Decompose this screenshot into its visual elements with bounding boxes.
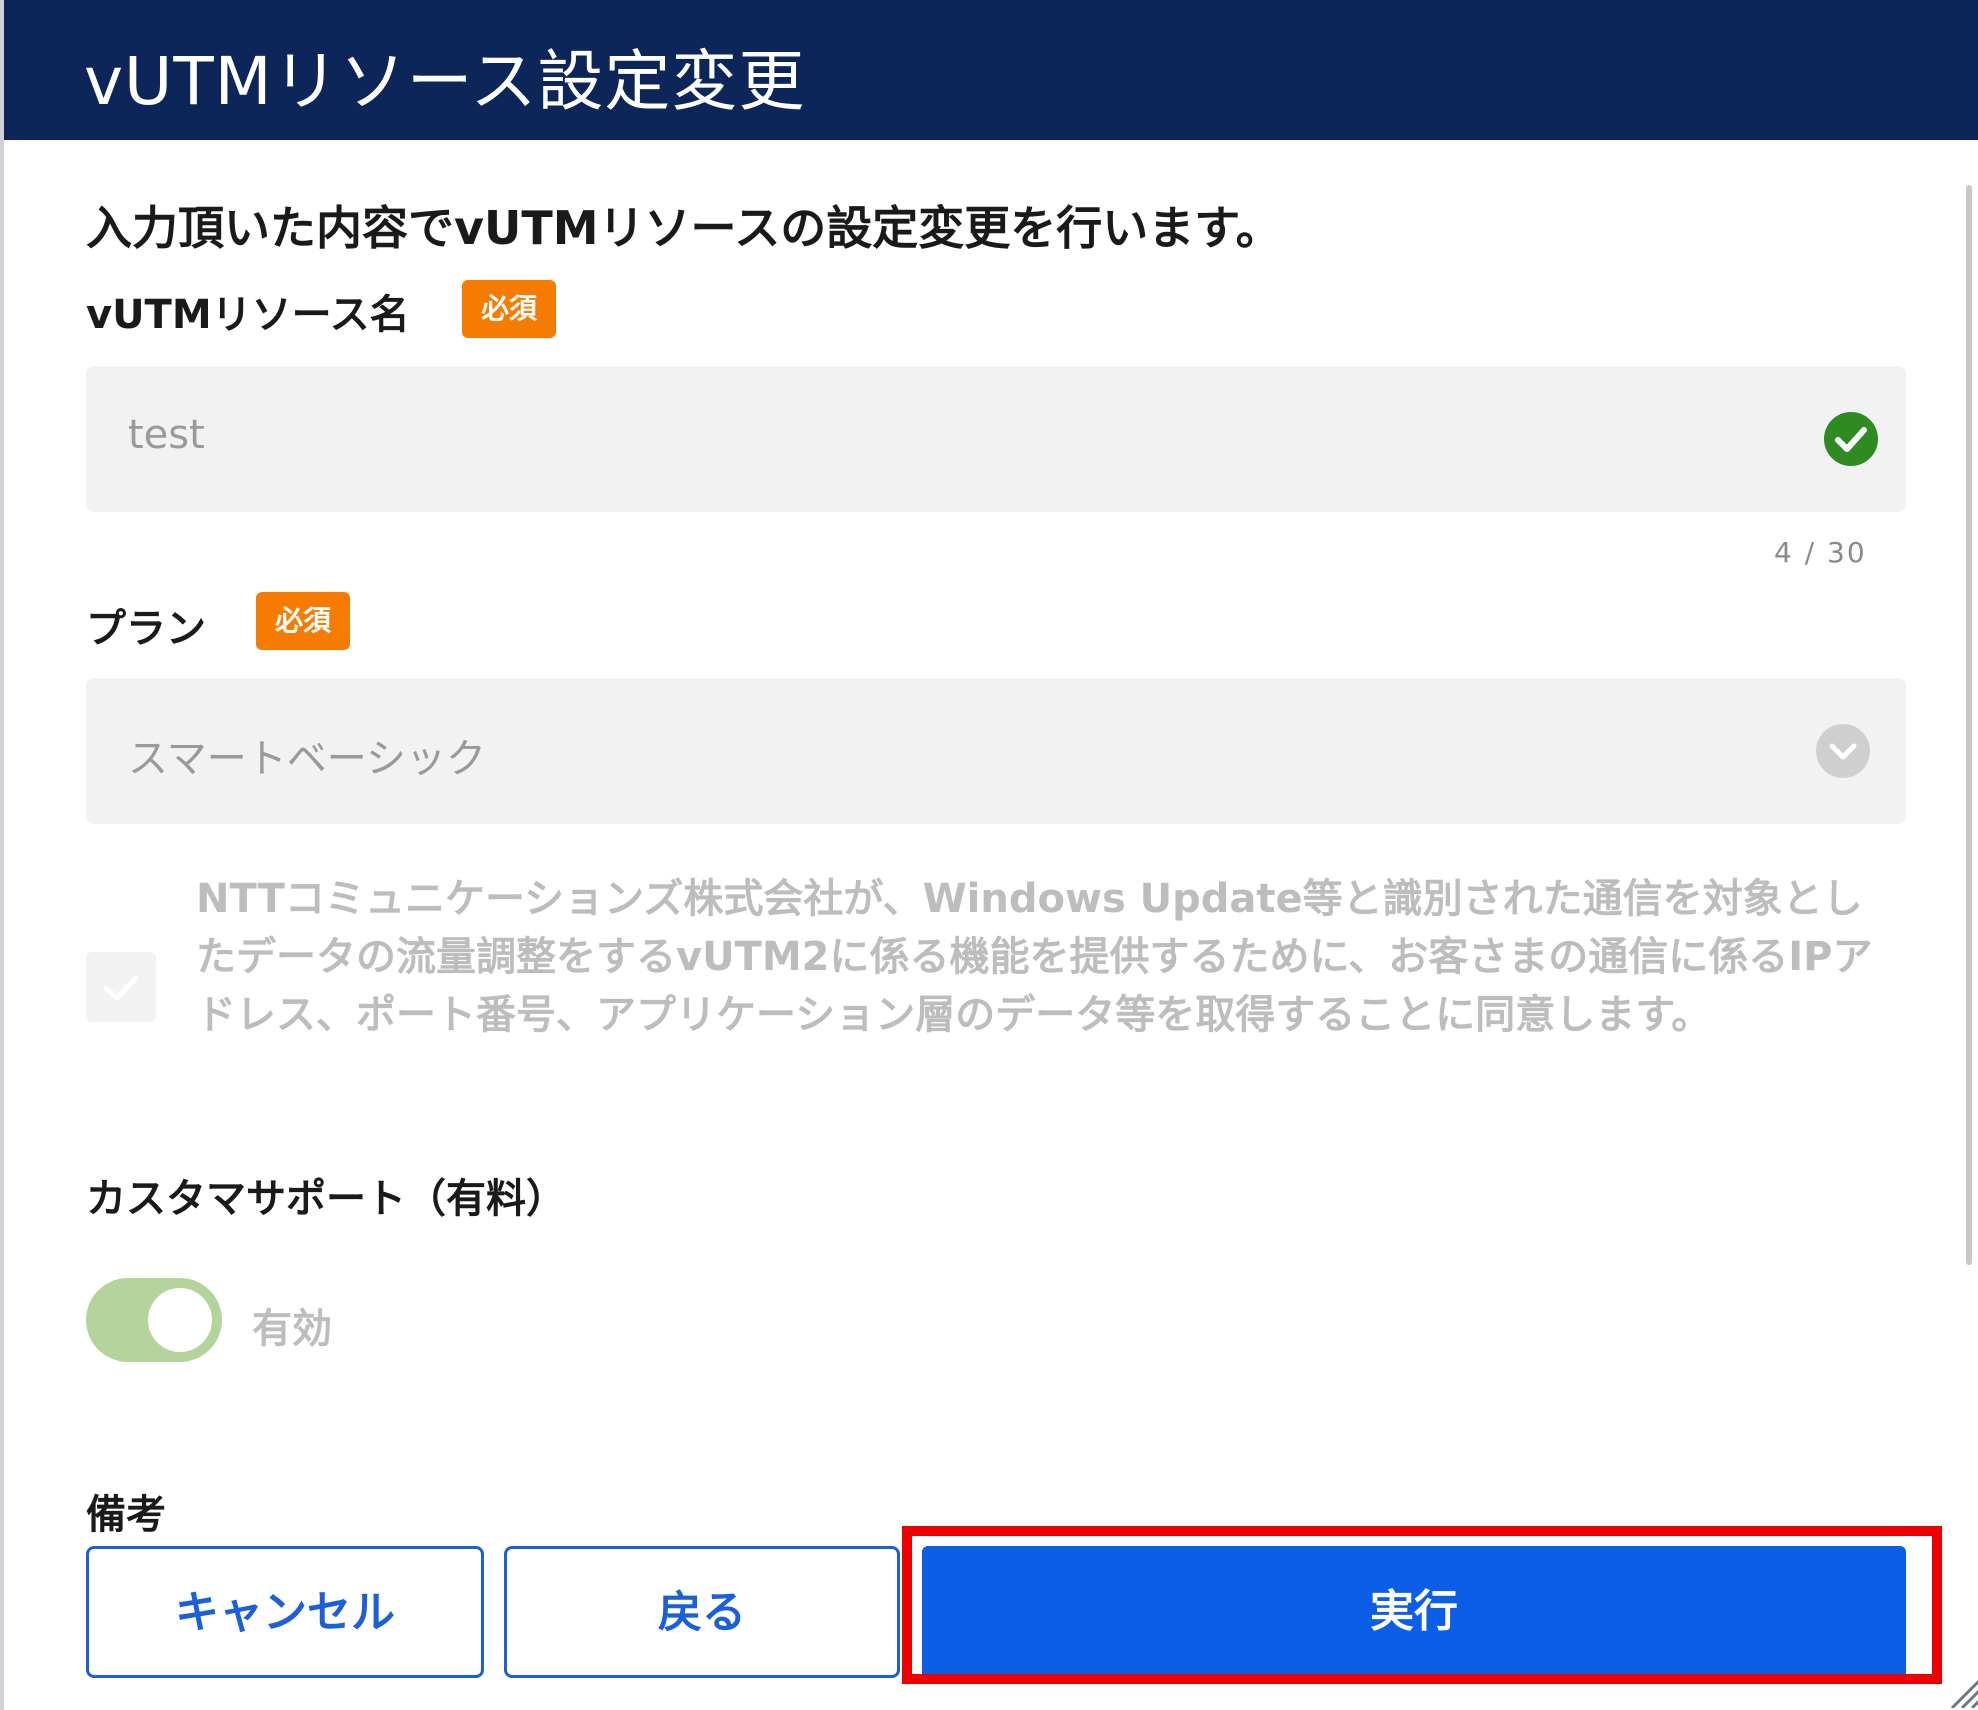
custom-support-toggle[interactable] xyxy=(86,1278,222,1362)
resource-name-input[interactable]: test xyxy=(86,366,1906,512)
dialog-header: vUTMリソース設定変更 xyxy=(4,0,1978,140)
required-badge: 必須 xyxy=(256,592,350,650)
consent-text: NTTコミュニケーションズ株式会社が、Windows Update等と識別された… xyxy=(196,876,1873,1038)
plan-selected-value: スマートベーシック xyxy=(128,736,486,782)
chevron-down-icon xyxy=(1816,724,1870,778)
required-badge: 必須 xyxy=(462,280,556,338)
custom-support-label: カスタマサポート（有料） xyxy=(86,1176,566,1222)
back-button[interactable]: 戻る xyxy=(504,1546,900,1678)
plan-select[interactable]: スマートベーシック xyxy=(86,678,1906,824)
intro-text: 入力頂いた内容でvUTMリソースの設定変更を行います。 xyxy=(86,201,1282,255)
resize-grip-icon[interactable] xyxy=(1946,1672,1978,1708)
check-icon xyxy=(103,975,139,1001)
resource-name-label: vUTMリソース名 xyxy=(86,292,410,338)
consent-checkbox[interactable] xyxy=(86,952,156,1022)
toggle-knob xyxy=(148,1288,212,1352)
execute-button[interactable]: 実行 xyxy=(922,1546,1906,1678)
plan-label: プラン xyxy=(86,606,206,652)
custom-support-toggle-label: 有効 xyxy=(252,1306,332,1352)
remarks-label: 備考 xyxy=(86,1492,166,1538)
resource-name-value: test xyxy=(128,412,205,458)
scrollbar[interactable] xyxy=(1966,185,1972,1265)
dialog-title: vUTMリソース設定変更 xyxy=(84,43,806,120)
character-counter: 4 / 30 xyxy=(1774,536,1867,569)
resource-settings-dialog: vUTMリソース設定変更 入力頂いた内容でvUTMリソースの設定変更を行います。… xyxy=(0,0,1978,1710)
cancel-button[interactable]: キャンセル xyxy=(86,1546,484,1678)
check-circle-icon xyxy=(1824,412,1878,466)
